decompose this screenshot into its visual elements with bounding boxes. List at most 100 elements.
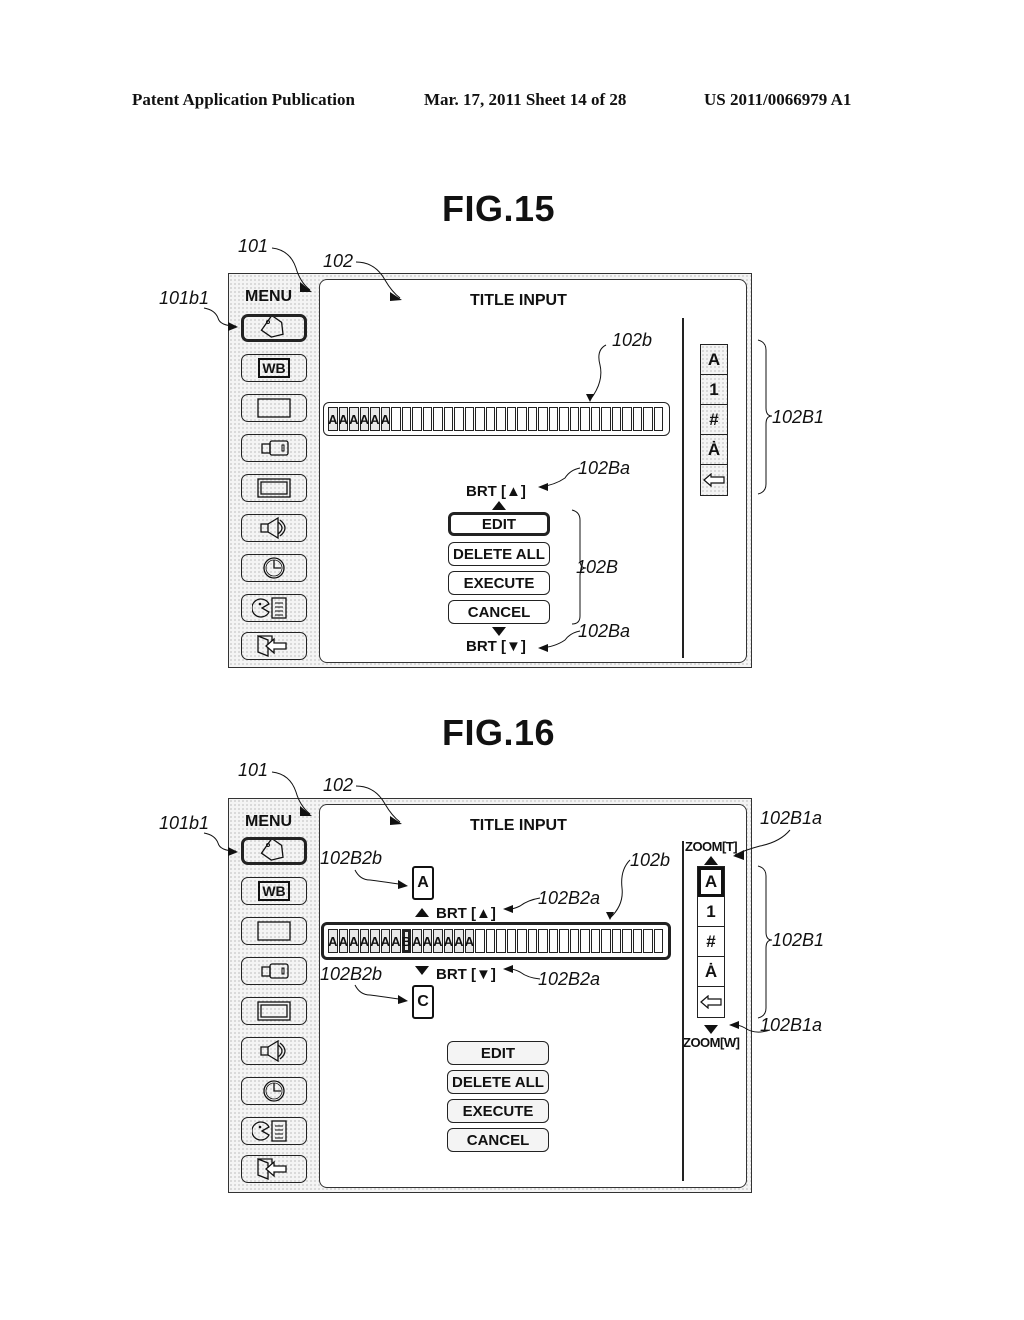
char-type-selector[interactable]: A 1 # Ȧ <box>700 344 728 496</box>
input-char-cell[interactable] <box>601 929 611 953</box>
input-char-cell[interactable] <box>401 407 411 431</box>
input-char-cell[interactable] <box>538 407 548 431</box>
input-char-cell[interactable]: A <box>464 929 474 953</box>
input-char-cell[interactable] <box>559 407 569 431</box>
menu-button-display[interactable] <box>241 474 307 502</box>
up-arrow-icon[interactable] <box>415 908 429 917</box>
input-char-cell[interactable]: A <box>412 929 422 953</box>
input-char-cell[interactable] <box>632 407 642 431</box>
menu-button-aspect[interactable] <box>241 394 307 422</box>
input-char-cell[interactable] <box>496 929 506 953</box>
input-char-cell[interactable] <box>653 929 663 953</box>
input-char-cell[interactable] <box>611 929 621 953</box>
backspace-button[interactable] <box>701 465 727 495</box>
input-char-cell[interactable] <box>559 929 569 953</box>
char-type-upper[interactable]: A <box>698 867 724 897</box>
input-char-cell[interactable] <box>643 407 653 431</box>
down-arrow-icon[interactable] <box>492 627 506 636</box>
input-char-cell[interactable] <box>517 929 527 953</box>
menu-button-title[interactable] <box>241 837 307 865</box>
input-char-cell[interactable] <box>569 407 579 431</box>
input-char-cell[interactable]: A <box>328 929 338 953</box>
menu-button-face[interactable] <box>241 594 307 622</box>
cancel-button[interactable]: CANCEL <box>447 1128 549 1152</box>
input-cursor-cell[interactable]: B <box>401 929 411 953</box>
menu-button-sound[interactable] <box>241 514 307 542</box>
input-char-cell[interactable]: A <box>338 407 348 431</box>
input-char-cell[interactable]: A <box>349 929 359 953</box>
input-char-cell[interactable]: A <box>454 929 464 953</box>
char-type-upper[interactable]: A <box>701 345 727 375</box>
delete-all-button[interactable]: DELETE ALL <box>448 542 550 566</box>
char-type-symbol[interactable]: # <box>698 927 724 957</box>
input-char-cell[interactable]: A <box>349 407 359 431</box>
menu-button-usb[interactable] <box>241 434 307 462</box>
execute-button[interactable]: EXECUTE <box>448 571 550 595</box>
input-char-cell[interactable]: A <box>328 407 338 431</box>
title-input-field[interactable]: AAAAAAABAAAAAA <box>321 922 671 960</box>
char-type-symbol[interactable]: # <box>701 405 727 435</box>
input-char-cell[interactable] <box>653 407 663 431</box>
input-char-cell[interactable]: A <box>338 929 348 953</box>
input-char-cell[interactable] <box>485 929 495 953</box>
menu-button-usb[interactable] <box>241 957 307 985</box>
input-char-cell[interactable]: A <box>391 929 401 953</box>
delete-all-button[interactable]: DELETE ALL <box>447 1070 549 1094</box>
char-type-number[interactable]: 1 <box>698 897 724 927</box>
input-char-cell[interactable] <box>412 407 422 431</box>
char-type-selector[interactable]: A 1 # Ȧ <box>697 866 725 1018</box>
input-char-cell[interactable] <box>643 929 653 953</box>
menu-button-display[interactable] <box>241 997 307 1025</box>
input-char-cell[interactable] <box>527 407 537 431</box>
input-char-cell[interactable] <box>517 407 527 431</box>
menu-button-clock[interactable] <box>241 1077 307 1105</box>
menu-button-title[interactable] <box>241 314 307 342</box>
input-char-cell[interactable] <box>601 407 611 431</box>
input-char-cell[interactable]: A <box>443 929 453 953</box>
input-char-cell[interactable] <box>506 929 516 953</box>
input-char-cell[interactable] <box>443 407 453 431</box>
menu-button-aspect[interactable] <box>241 917 307 945</box>
input-char-cell[interactable] <box>569 929 579 953</box>
char-type-number[interactable]: 1 <box>701 375 727 405</box>
input-char-cell[interactable]: A <box>359 407 369 431</box>
input-char-cell[interactable] <box>622 929 632 953</box>
input-char-cell[interactable] <box>611 407 621 431</box>
title-input-field[interactable]: AAAAAA <box>323 402 670 436</box>
input-char-cell[interactable] <box>506 407 516 431</box>
input-char-cell[interactable] <box>538 929 548 953</box>
input-char-cell[interactable] <box>391 407 401 431</box>
input-char-cell[interactable] <box>548 929 558 953</box>
input-char-cell[interactable]: A <box>380 929 390 953</box>
input-char-cell[interactable] <box>475 929 485 953</box>
up-arrow-icon[interactable] <box>492 501 506 510</box>
input-char-cell[interactable] <box>590 929 600 953</box>
menu-button-face[interactable] <box>241 1117 307 1145</box>
input-char-cell[interactable] <box>496 407 506 431</box>
input-char-cell[interactable] <box>433 407 443 431</box>
zoom-up-arrow-icon[interactable] <box>704 856 718 865</box>
menu-button-sound[interactable] <box>241 1037 307 1065</box>
input-char-cell[interactable] <box>590 407 600 431</box>
char-type-accent[interactable]: Ȧ <box>701 435 727 465</box>
cancel-button[interactable]: CANCEL <box>448 600 550 624</box>
backspace-button[interactable] <box>698 987 724 1017</box>
input-char-cell[interactable]: A <box>359 929 369 953</box>
input-char-cell[interactable] <box>580 929 590 953</box>
input-char-cell[interactable]: A <box>380 407 390 431</box>
char-type-accent[interactable]: Ȧ <box>698 957 724 987</box>
input-char-cell[interactable] <box>422 407 432 431</box>
menu-button-exit[interactable] <box>241 1155 307 1183</box>
input-char-cell[interactable] <box>464 407 474 431</box>
input-char-cell[interactable] <box>548 407 558 431</box>
edit-button[interactable]: EDIT <box>447 1041 549 1065</box>
input-char-cell[interactable] <box>632 929 642 953</box>
menu-button-wb[interactable]: WB <box>241 877 307 905</box>
input-char-cell[interactable] <box>485 407 495 431</box>
input-char-cell[interactable]: A <box>370 407 380 431</box>
input-char-cell[interactable] <box>454 407 464 431</box>
zoom-down-arrow-icon[interactable] <box>704 1025 718 1034</box>
menu-button-wb[interactable]: WB <box>241 354 307 382</box>
input-char-cell[interactable] <box>527 929 537 953</box>
input-char-cell[interactable] <box>580 407 590 431</box>
